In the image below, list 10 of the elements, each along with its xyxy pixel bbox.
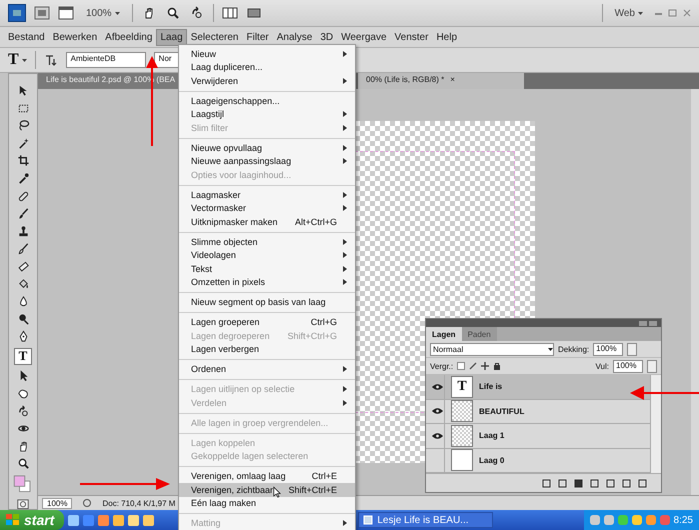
document-size-text: Doc: 710,4 K/1,97 M (102, 498, 176, 508)
fill-label: Vul: (596, 362, 609, 370)
layer-name: Life is (479, 382, 502, 392)
text-layer-thumbnail: T (451, 376, 473, 398)
lock-label: Vergr.: (430, 362, 454, 370)
clock-text: 8:25 (674, 514, 693, 526)
opacity-label: Dekking: (558, 344, 590, 354)
layer-name: Laag 0 (479, 456, 504, 465)
layer-name: BEAUTIFUL (479, 406, 524, 416)
layer-name: Laag 1 (479, 431, 504, 440)
